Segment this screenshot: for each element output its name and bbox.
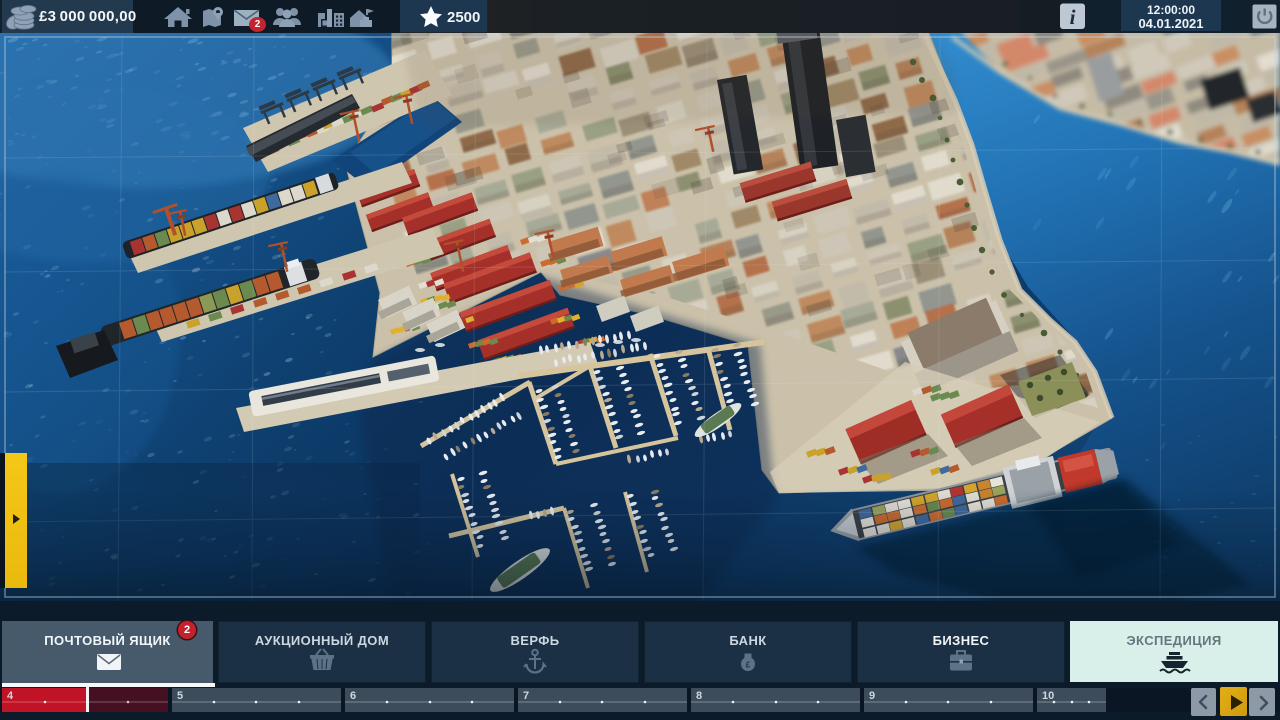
svg-text:i: i — [1070, 5, 1076, 29]
svg-text:£: £ — [746, 661, 751, 670]
